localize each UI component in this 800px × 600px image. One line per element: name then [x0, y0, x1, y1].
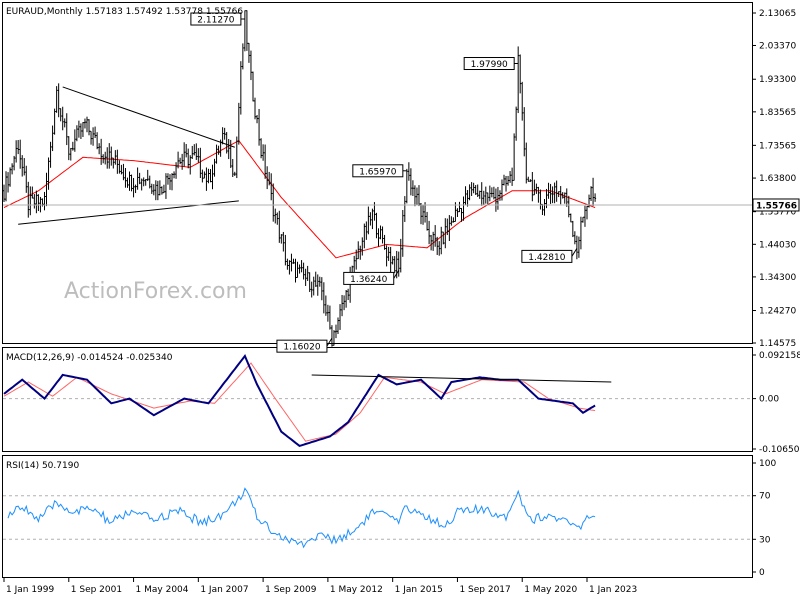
annotation-label: 1.65970: [359, 167, 396, 177]
annotation-leader: [571, 248, 578, 257]
price-annotations: 2.11270 1.97990 1.65970 1.36240 1.16020 1.428…: [190, 12, 578, 353]
price-y-tick-label: 2.03370: [759, 41, 796, 51]
x-tick-label: 1 May 2012: [330, 585, 383, 595]
price-panel-title: EURAUD,Monthly 1.57183 1.57492 1.53778 1…: [6, 7, 243, 17]
x-tick-label: 1 Sep 2009: [265, 585, 317, 595]
annotation-label: 1.16020: [283, 343, 320, 353]
price-trendlines: [18, 86, 239, 225]
macd-y-tick-label: 0.092158: [759, 351, 800, 361]
rsi-y-tick-label: 100: [759, 459, 776, 469]
rsi-line: [7, 487, 596, 549]
x-tick-label: 1 May 2020: [524, 585, 577, 595]
macd-panel-title: MACD(12,26,9) -0.014524 -0.025340: [6, 353, 173, 363]
rsi-y-tick-label: 0: [759, 568, 765, 578]
trendline: [62, 86, 235, 148]
price-y-tick-label: 1.83565: [759, 108, 796, 118]
annotation-label: 1.42810: [528, 253, 565, 263]
price-y-tick-label: 2.13065: [759, 9, 796, 19]
annotation-leader: [326, 337, 333, 347]
euraud-monthly-chart: ActionForex.com 2.11270 1.97990 1.65970 1.3…: [2, 2, 800, 595]
x-tick-label: 1 Sep 2017: [459, 585, 510, 595]
moving-average-path: [3, 139, 596, 259]
price-y-tick-label: 1.73565: [759, 141, 796, 151]
x-tick-label: 1 Sep 2001: [71, 585, 122, 595]
price-y-tick-label: 1.24270: [759, 307, 796, 317]
moving-average-line: [3, 139, 596, 259]
macd-y-tick-label: -0.106503: [759, 445, 800, 455]
price-y-tick-label: 1.14575: [759, 339, 796, 349]
trendline: [18, 200, 239, 225]
watermark: ActionForex.com: [64, 279, 247, 304]
price-y-tick-label: 1.93300: [759, 75, 796, 85]
annotation-label: 1.97990: [471, 60, 508, 70]
price-y-tick-label: 1.63800: [759, 174, 796, 184]
rsi-y-tick-label: 70: [759, 492, 771, 502]
rsi-y-tick-label: 30: [759, 535, 771, 545]
signal-line: [3, 362, 596, 442]
rsi-y-axis: 100 70 30 0: [752, 459, 776, 578]
macd-panel-frame: [2, 347, 753, 452]
price-y-tick-label: 1.34300: [759, 273, 796, 283]
annotation-label: 1.36240: [350, 275, 387, 285]
price-y-tick-label: 1.44030: [759, 240, 796, 250]
x-tick-label: 1 Jan 2023: [589, 585, 637, 595]
annotation-label: 2.11270: [197, 16, 234, 26]
x-tick-label: 1 Jan 1999: [6, 585, 54, 595]
time-axis: 1 Jan 1999 1 Sep 2001 1 May 2004 1 Jan 2007…: [3, 578, 637, 595]
rsi-lines: [3, 487, 752, 549]
x-tick-label: 1 Jan 2015: [395, 585, 443, 595]
x-tick-label: 1 Jan 2007: [200, 585, 248, 595]
macd-y-tick-label: 0.00: [759, 395, 779, 405]
rsi-panel-title: RSI(14) 50.7190: [6, 461, 79, 471]
macd-y-axis: 0.092158 0.00 -0.106503: [752, 351, 800, 455]
current-price-label: 1.55766: [756, 201, 797, 211]
x-tick-label: 1 May 2004: [136, 585, 189, 595]
macd-lines: [3, 354, 752, 448]
